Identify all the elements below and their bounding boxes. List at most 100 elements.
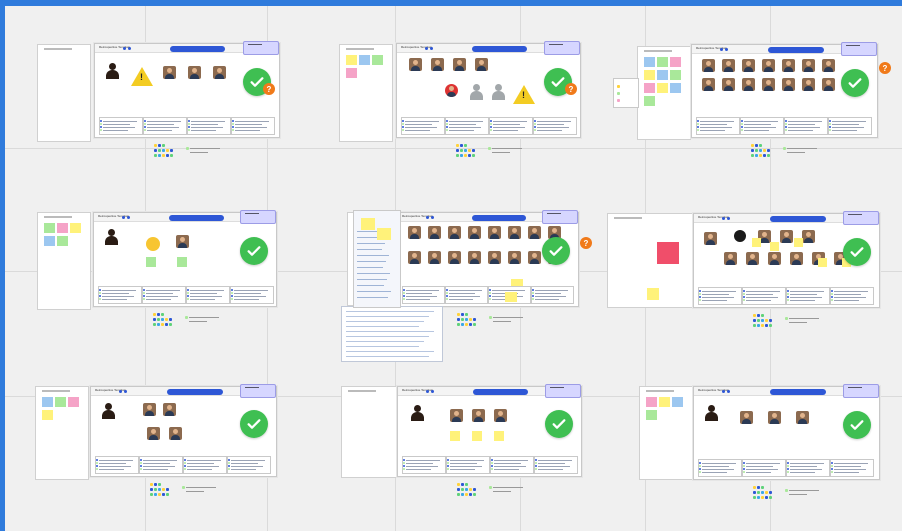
board-header-bar[interactable]: [768, 47, 824, 53]
sticky-note[interactable]: [346, 68, 357, 78]
frame-9-side-panel[interactable]: [639, 386, 695, 480]
form-document[interactable]: [341, 306, 443, 362]
notes-panel[interactable]: [231, 117, 275, 135]
sticky-note[interactable]: [670, 70, 681, 80]
whiteboard-canvas[interactable]: Retrospective Template!? Retrospective Te…: [5, 6, 902, 531]
notes-panel[interactable]: [230, 286, 274, 304]
header-icon[interactable]: [722, 390, 725, 393]
header-icon[interactable]: [431, 216, 434, 219]
frame-4-board[interactable]: Retrospective Template: [93, 210, 277, 307]
notes-panel[interactable]: [183, 456, 227, 474]
frame-1-side-panel[interactable]: [37, 44, 91, 142]
notes-panel[interactable]: [531, 286, 574, 304]
sticky-note[interactable]: [44, 223, 55, 233]
sticky-note[interactable]: [68, 397, 79, 407]
notes-panel[interactable]: [489, 117, 533, 135]
sticky-note[interactable]: [657, 70, 668, 80]
frame-2-board[interactable]: Retrospective Template!: [396, 41, 581, 138]
notes-panel[interactable]: [445, 117, 489, 135]
header-icon[interactable]: [725, 48, 728, 51]
notes-panel[interactable]: [95, 456, 139, 474]
notes-panel[interactable]: [139, 456, 183, 474]
sticky-note[interactable]: [42, 397, 53, 407]
header-icon[interactable]: [127, 216, 130, 219]
question-icon[interactable]: ?: [879, 62, 891, 74]
sticky-note[interactable]: [646, 397, 657, 407]
sticky-note[interactable]: [57, 236, 68, 246]
check-circle-icon[interactable]: [841, 69, 869, 97]
check-circle-icon[interactable]: [545, 410, 573, 438]
notes-panel[interactable]: [142, 286, 186, 304]
sticky-note[interactable]: [644, 57, 655, 67]
notes-panel[interactable]: [830, 287, 874, 305]
sticky-note[interactable]: [644, 83, 655, 93]
check-circle-icon[interactable]: [542, 237, 570, 265]
sticky-note[interactable]: [646, 410, 657, 420]
sticky-note[interactable]: [377, 228, 391, 240]
sticky-note[interactable]: [672, 397, 683, 407]
notes-panel[interactable]: [828, 117, 872, 135]
frame-8-side-panel[interactable]: [341, 386, 398, 478]
check-circle-icon[interactable]: [240, 410, 268, 438]
check-circle-icon[interactable]: [843, 238, 871, 266]
header-icon[interactable]: [123, 47, 126, 50]
header-icon[interactable]: [425, 47, 428, 50]
notes-panel[interactable]: [533, 117, 577, 135]
notes-panel[interactable]: [402, 286, 445, 304]
sticky-note[interactable]: [346, 55, 357, 65]
header-icon[interactable]: [430, 47, 433, 50]
question-icon[interactable]: ?: [565, 83, 577, 95]
notes-panel[interactable]: [830, 459, 874, 477]
sticky-note[interactable]: [659, 397, 670, 407]
notes-panel[interactable]: [98, 286, 142, 304]
header-icon[interactable]: [722, 217, 725, 220]
sticky-note[interactable]: [42, 410, 53, 420]
sticky-note[interactable]: [55, 397, 66, 407]
sticky-note[interactable]: [57, 223, 68, 233]
notes-panel[interactable]: [534, 456, 578, 474]
sticky-note[interactable]: [359, 55, 370, 65]
board-header-bar[interactable]: [472, 215, 526, 221]
header-icon[interactable]: [431, 390, 434, 393]
notes-panel[interactable]: [740, 117, 784, 135]
sticky-note[interactable]: [670, 83, 681, 93]
sticky-note[interactable]: [647, 288, 659, 300]
header-icon[interactable]: [727, 217, 730, 220]
header-icon[interactable]: [426, 390, 429, 393]
notes-panel[interactable]: [227, 456, 271, 474]
notes-panel[interactable]: [187, 117, 231, 135]
notes-panel[interactable]: [742, 459, 786, 477]
question-icon[interactable]: ?: [580, 237, 592, 249]
notes-panel[interactable]: [786, 459, 830, 477]
notes-panel[interactable]: [490, 456, 534, 474]
sticky-note[interactable]: [372, 55, 383, 65]
notes-panel[interactable]: [401, 117, 445, 135]
notes-panel[interactable]: [446, 456, 490, 474]
notes-panel[interactable]: [786, 287, 830, 305]
sticky-note[interactable]: [361, 218, 375, 230]
header-icon[interactable]: [122, 216, 125, 219]
sticky-note[interactable]: [670, 57, 681, 67]
board-header-bar[interactable]: [167, 389, 223, 395]
board-header-bar[interactable]: [170, 46, 225, 52]
frame-7-board[interactable]: Retrospective Template: [90, 384, 277, 477]
board-header-bar[interactable]: [770, 389, 826, 395]
notes-panel[interactable]: [698, 459, 742, 477]
sticky-note[interactable]: [644, 70, 655, 80]
sticky-note[interactable]: [657, 57, 668, 67]
sticky-note[interactable]: [644, 96, 655, 106]
board-header-bar[interactable]: [770, 216, 826, 222]
header-icon[interactable]: [426, 216, 429, 219]
frame-3-board[interactable]: Retrospective Template: [691, 42, 878, 138]
frame-2-side-panel[interactable]: [339, 44, 393, 142]
notes-panel[interactable]: [186, 286, 230, 304]
header-icon[interactable]: [119, 390, 122, 393]
notes-panel[interactable]: [143, 117, 187, 135]
notes-panel[interactable]: [445, 286, 488, 304]
board-header-bar[interactable]: [472, 46, 527, 52]
frame-4-side-panel[interactable]: [37, 212, 91, 310]
header-icon[interactable]: [124, 390, 127, 393]
frame-7-side-panel[interactable]: [35, 386, 89, 480]
header-icon[interactable]: [128, 47, 131, 50]
frame-3-side-panel[interactable]: [637, 46, 691, 140]
